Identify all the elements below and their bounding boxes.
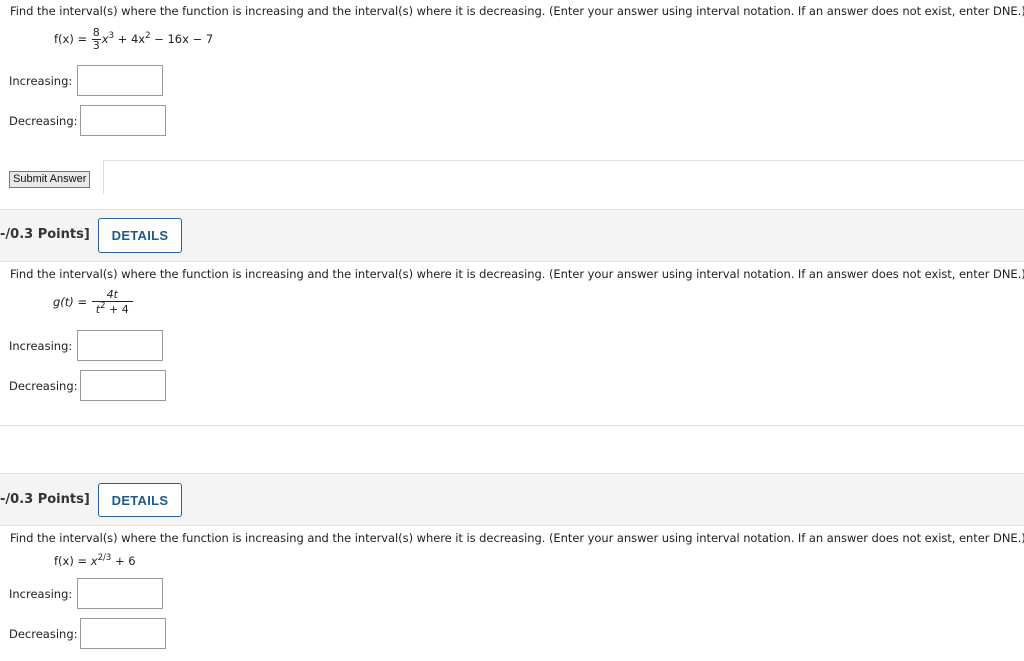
q3-base: x: [90, 554, 98, 568]
q1-term2-exp: 2: [145, 31, 151, 41]
q1-term2: + 4x: [117, 32, 146, 46]
q3-increasing-input[interactable]: [77, 578, 163, 609]
submit-answer-button[interactable]: Submit Answer: [9, 171, 91, 188]
q2-fraction: 4t t2 + 4: [91, 288, 133, 316]
q2-bottom-divider: [0, 425, 1024, 426]
q1-term1-exp: 3: [108, 31, 115, 41]
q3-fn-name: f(x): [54, 554, 74, 568]
q1-decreasing-input[interactable]: [80, 105, 166, 136]
q2-points: -/0.3 Points]: [0, 227, 90, 242]
q1-term1-var: x: [101, 32, 109, 46]
q2-function: g(t) = 4t t2 + 4: [53, 289, 134, 316]
q3-prompt: Find the interval(s) where the function …: [10, 531, 1024, 545]
q1-frac-num: 8: [92, 26, 100, 39]
q2-details-button[interactable]: DETAILS: [98, 218, 182, 253]
q2-frac-num: 4t: [106, 288, 118, 301]
q1-frac-den: 3: [91, 39, 101, 52]
q1-prompt: Find the interval(s) where the function …: [10, 4, 1024, 18]
q3-rest: + 6: [114, 554, 136, 568]
q3-decreasing-input[interactable]: [80, 618, 166, 649]
q1-fn-name: f(x): [54, 32, 74, 46]
q1-function: f(x) = 8 3 x3 + 4x2 − 16x − 7: [54, 26, 214, 52]
q2-frac-den: t2 + 4: [91, 301, 133, 316]
q2-increasing-label: Increasing:: [9, 339, 73, 353]
q3-increasing-label: Increasing:: [9, 587, 73, 601]
q1-decreasing-label: Decreasing:: [9, 114, 78, 128]
q1-rest: − 16x − 7: [154, 32, 214, 46]
q1-increasing-label: Increasing:: [9, 74, 73, 88]
q2-increasing-input[interactable]: [77, 330, 163, 361]
q3-points: -/0.3 Points]: [0, 492, 90, 507]
submit-row-left-border: [103, 160, 104, 194]
q2-prompt: Find the interval(s) where the function …: [10, 267, 1024, 281]
q3-exp: 2/3: [97, 553, 112, 563]
q3-decreasing-label: Decreasing:: [9, 627, 78, 641]
submit-row-top-border: [104, 160, 1024, 161]
q2-decreasing-label: Decreasing:: [9, 379, 78, 393]
q3-function: f(x) = x2/3 + 6: [54, 553, 136, 568]
q1-increasing-input[interactable]: [77, 65, 163, 96]
q1-fraction: 8 3: [91, 26, 101, 52]
q2-fn-name: g(t): [53, 295, 74, 309]
q3-details-button[interactable]: DETAILS: [98, 483, 182, 517]
q2-decreasing-input[interactable]: [80, 370, 166, 401]
